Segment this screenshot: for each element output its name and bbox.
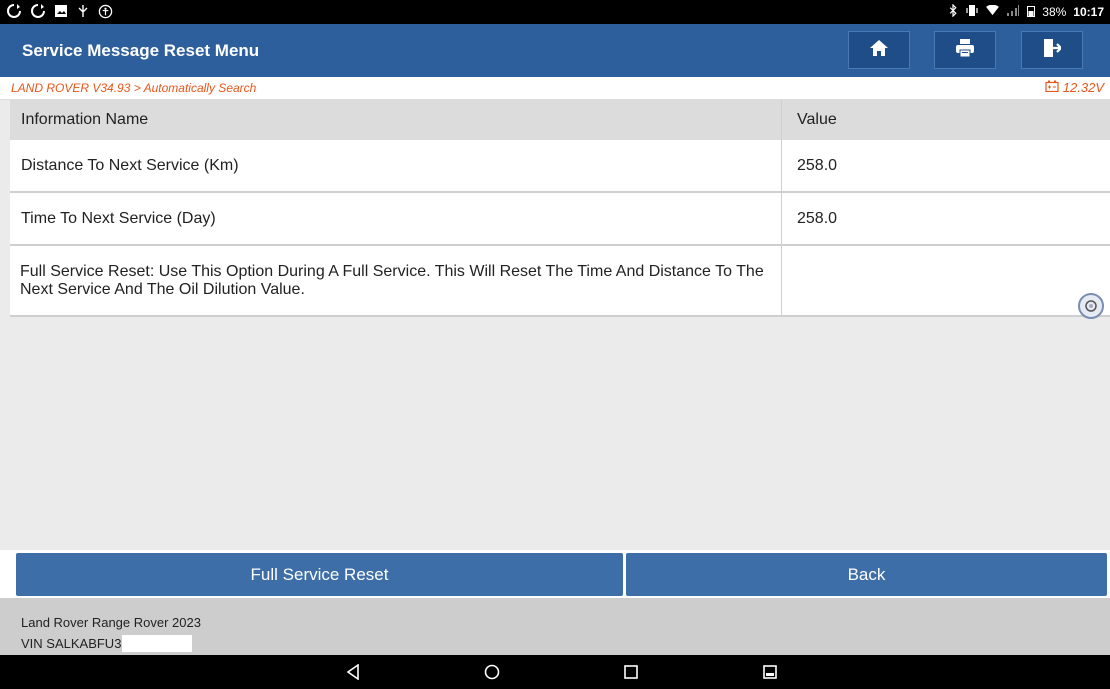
row-name: Full Service Reset: Use This Option Duri…: [10, 246, 782, 315]
signal-icon: [1006, 4, 1020, 20]
nav-recents-icon[interactable]: [619, 661, 643, 683]
sync-icon: [30, 3, 46, 24]
breadcrumb: LAND ROVER V34.93 > Automatically Search: [11, 81, 257, 95]
breadcrumb-bar: LAND ROVER V34.93 > Automatically Search…: [0, 77, 1110, 100]
exit-button[interactable]: [1021, 31, 1083, 69]
vin-redaction: [122, 635, 193, 652]
home-button[interactable]: [848, 31, 910, 69]
column-header-value: Value: [797, 111, 837, 128]
row-value: 258.0: [797, 156, 838, 174]
usb-icon: [76, 4, 90, 23]
scroll-knob-icon[interactable]: [1078, 293, 1104, 319]
status-icons-right: 38% 10:17: [948, 3, 1104, 20]
battery-percent: 38%: [1042, 5, 1067, 19]
row-value: [782, 246, 1110, 319]
page-title: Service Message Reset Menu: [22, 41, 260, 60]
exit-icon: [1043, 38, 1063, 63]
sync-icon: [6, 3, 22, 24]
nav-screenshot-icon[interactable]: [758, 661, 782, 683]
nav-back-icon[interactable]: [341, 661, 365, 683]
battery-icon: [1027, 5, 1036, 20]
home-icon: [869, 38, 889, 63]
voltage-indicator: 12.32V: [1045, 80, 1104, 95]
vin-line: VIN SALKABFU3: [21, 635, 193, 652]
action-bar: Full Service Reset Back: [0, 550, 1110, 598]
table-header: Information Name Value: [10, 100, 1110, 140]
title-bar: Service Message Reset Menu: [0, 24, 1110, 77]
bluetooth-icon: [948, 3, 958, 20]
vehicle-name: Land Rover Range Rover 2023: [21, 615, 201, 630]
back-button[interactable]: Back: [626, 553, 1107, 596]
row-name: Distance To Next Service (Km): [10, 140, 782, 191]
full-service-reset-button[interactable]: Full Service Reset: [16, 553, 623, 596]
system-nav-bar: [0, 655, 1110, 689]
row-value: 258.0: [797, 209, 838, 227]
print-button[interactable]: [934, 31, 996, 69]
vehicle-info-footer: Land Rover Range Rover 2023 VIN SALKABFU…: [0, 598, 1110, 655]
vin-text: VIN SALKABFU3: [21, 636, 122, 651]
nav-home-icon[interactable]: [480, 661, 504, 683]
vibrate-icon: [965, 4, 979, 20]
table-row[interactable]: Time To Next Service (Day) 258.0: [10, 193, 1110, 246]
info-table: Information Name Value Distance To Next …: [10, 100, 1110, 319]
column-header-name: Information Name: [10, 100, 782, 140]
image-icon: [54, 4, 68, 23]
table-row[interactable]: Full Service Reset: Use This Option Duri…: [10, 246, 1110, 319]
clock: 10:17: [1073, 5, 1104, 19]
row-name: Time To Next Service (Day): [10, 193, 782, 244]
accessibility-icon: [98, 4, 113, 24]
status-icons-left: [6, 3, 113, 24]
car-battery-icon: [1045, 80, 1059, 95]
wifi-icon: [986, 4, 1000, 19]
print-icon: [955, 38, 975, 63]
table-row[interactable]: Distance To Next Service (Km) 258.0: [10, 140, 1110, 193]
voltage-value: 12.32V: [1062, 80, 1104, 95]
status-bar: 38% 10:17: [0, 0, 1110, 24]
